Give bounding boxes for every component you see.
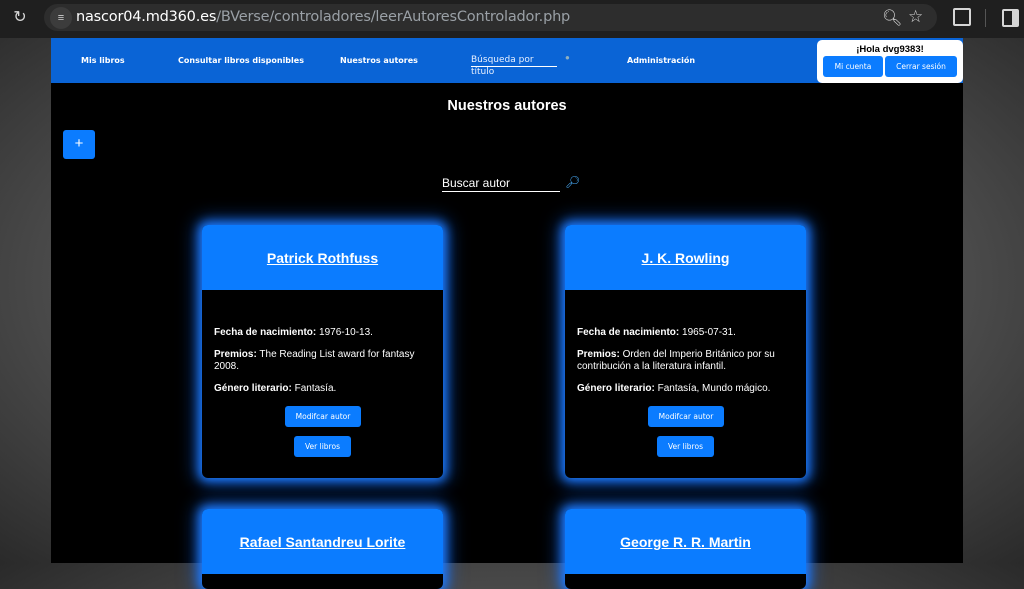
nav-item-nuestros-autores[interactable]: Nuestros autores xyxy=(340,38,418,83)
author-card-header: Patrick Rothfuss xyxy=(202,225,443,290)
edit-author-button[interactable]: Modifcar autor xyxy=(285,406,361,427)
author-search-field xyxy=(442,174,560,192)
add-author-button[interactable]: + xyxy=(63,130,95,159)
author-search-input[interactable] xyxy=(442,174,560,192)
birth-label: Fecha de nacimiento: xyxy=(577,327,680,338)
my-account-button[interactable]: Mi cuenta xyxy=(823,56,883,77)
author-card: George R. R. Martin xyxy=(565,509,806,589)
url-host: nascor04.md360.es xyxy=(76,9,217,25)
site-info-icon[interactable]: ≡ xyxy=(50,7,72,29)
author-card-header: George R. R. Martin xyxy=(565,509,806,574)
author-name-link[interactable]: J. K. Rowling xyxy=(565,250,806,266)
view-books-button[interactable]: Ver libros xyxy=(657,436,714,457)
genre-label: Género literario: xyxy=(214,383,292,394)
toolbar-divider xyxy=(985,9,986,27)
url-text[interactable]: nascor04.md360.es/BVerse/controladores/l… xyxy=(76,9,570,25)
author-name-link[interactable]: Rafael Santandreu Lorite xyxy=(202,534,443,550)
author-card: J. K. Rowling Fecha de nacimiento: 1965-… xyxy=(565,225,806,478)
title-search-input[interactable]: Búsqueda por título xyxy=(471,54,557,77)
magnifier-icon[interactable]: 🔎︎ xyxy=(565,175,580,189)
nav-item-administracion[interactable]: Administración xyxy=(627,38,695,83)
birth-value: 1965-07-31. xyxy=(682,327,736,338)
user-greeting: ¡Hola dvg9383! xyxy=(856,44,924,55)
page-title: Nuestros autores xyxy=(447,98,567,114)
genre-value: Fantasía. xyxy=(294,383,337,394)
extensions-icon[interactable] xyxy=(953,8,971,26)
author-card: Rafael Santandreu Lorite xyxy=(202,509,443,589)
awards-label: Premios: xyxy=(577,349,620,360)
url-path: /BVerse/controladores/leerAutoresControl… xyxy=(216,9,571,25)
birth-date: Fecha de nacimiento: 1965-07-31. xyxy=(577,327,795,339)
nav-item-mis-libros[interactable]: Mis libros xyxy=(81,38,125,83)
address-bar[interactable]: ≡ nascor04.md360.es/BVerse/controladores… xyxy=(44,4,937,31)
genre: Género literario: Fantasía, Mundo mágico… xyxy=(577,383,795,395)
awards: Premios: The Reading List award for fant… xyxy=(214,349,432,373)
magnifier-icon[interactable]: ● xyxy=(565,53,570,62)
star-icon[interactable]: ☆ xyxy=(908,7,923,27)
awards: Premios: Orden del Imperio Británico por… xyxy=(577,349,795,373)
genre: Género literario: Fantasía. xyxy=(214,383,432,395)
author-name-link[interactable]: Patrick Rothfuss xyxy=(202,250,443,266)
genre-value: Fantasía, Mundo mágico. xyxy=(657,383,771,394)
birth-value: 1976-10-13. xyxy=(319,327,373,338)
awards-label: Premios: xyxy=(214,349,257,360)
birth-label: Fecha de nacimiento: xyxy=(214,327,317,338)
view-books-button[interactable]: Ver libros xyxy=(294,436,351,457)
side-panel-icon[interactable] xyxy=(1002,9,1019,27)
logout-button[interactable]: Cerrar sesión xyxy=(885,56,957,77)
author-card-header: Rafael Santandreu Lorite xyxy=(202,509,443,574)
edit-author-button[interactable]: Modifcar autor xyxy=(648,406,724,427)
author-card-header: J. K. Rowling xyxy=(565,225,806,290)
reload-icon[interactable]: ↻ xyxy=(11,9,29,27)
author-card: Patrick Rothfuss Fecha de nacimiento: 19… xyxy=(202,225,443,478)
birth-date: Fecha de nacimiento: 1976-10-13. xyxy=(214,327,432,339)
top-navbar: Mis libros Consultar libros disponibles … xyxy=(51,38,963,83)
zoom-icon[interactable]: 🔍︎ xyxy=(882,8,902,28)
browser-toolbar: ↻ ≡ nascor04.md360.es/BVerse/controlador… xyxy=(0,0,1024,38)
author-name-link[interactable]: George R. R. Martin xyxy=(565,534,806,550)
user-panel: ¡Hola dvg9383! Mi cuenta Cerrar sesión xyxy=(817,40,963,83)
nav-item-consultar-libros[interactable]: Consultar libros disponibles xyxy=(178,38,304,83)
genre-label: Género literario: xyxy=(577,383,655,394)
page-content: Mis libros Consultar libros disponibles … xyxy=(51,38,963,589)
